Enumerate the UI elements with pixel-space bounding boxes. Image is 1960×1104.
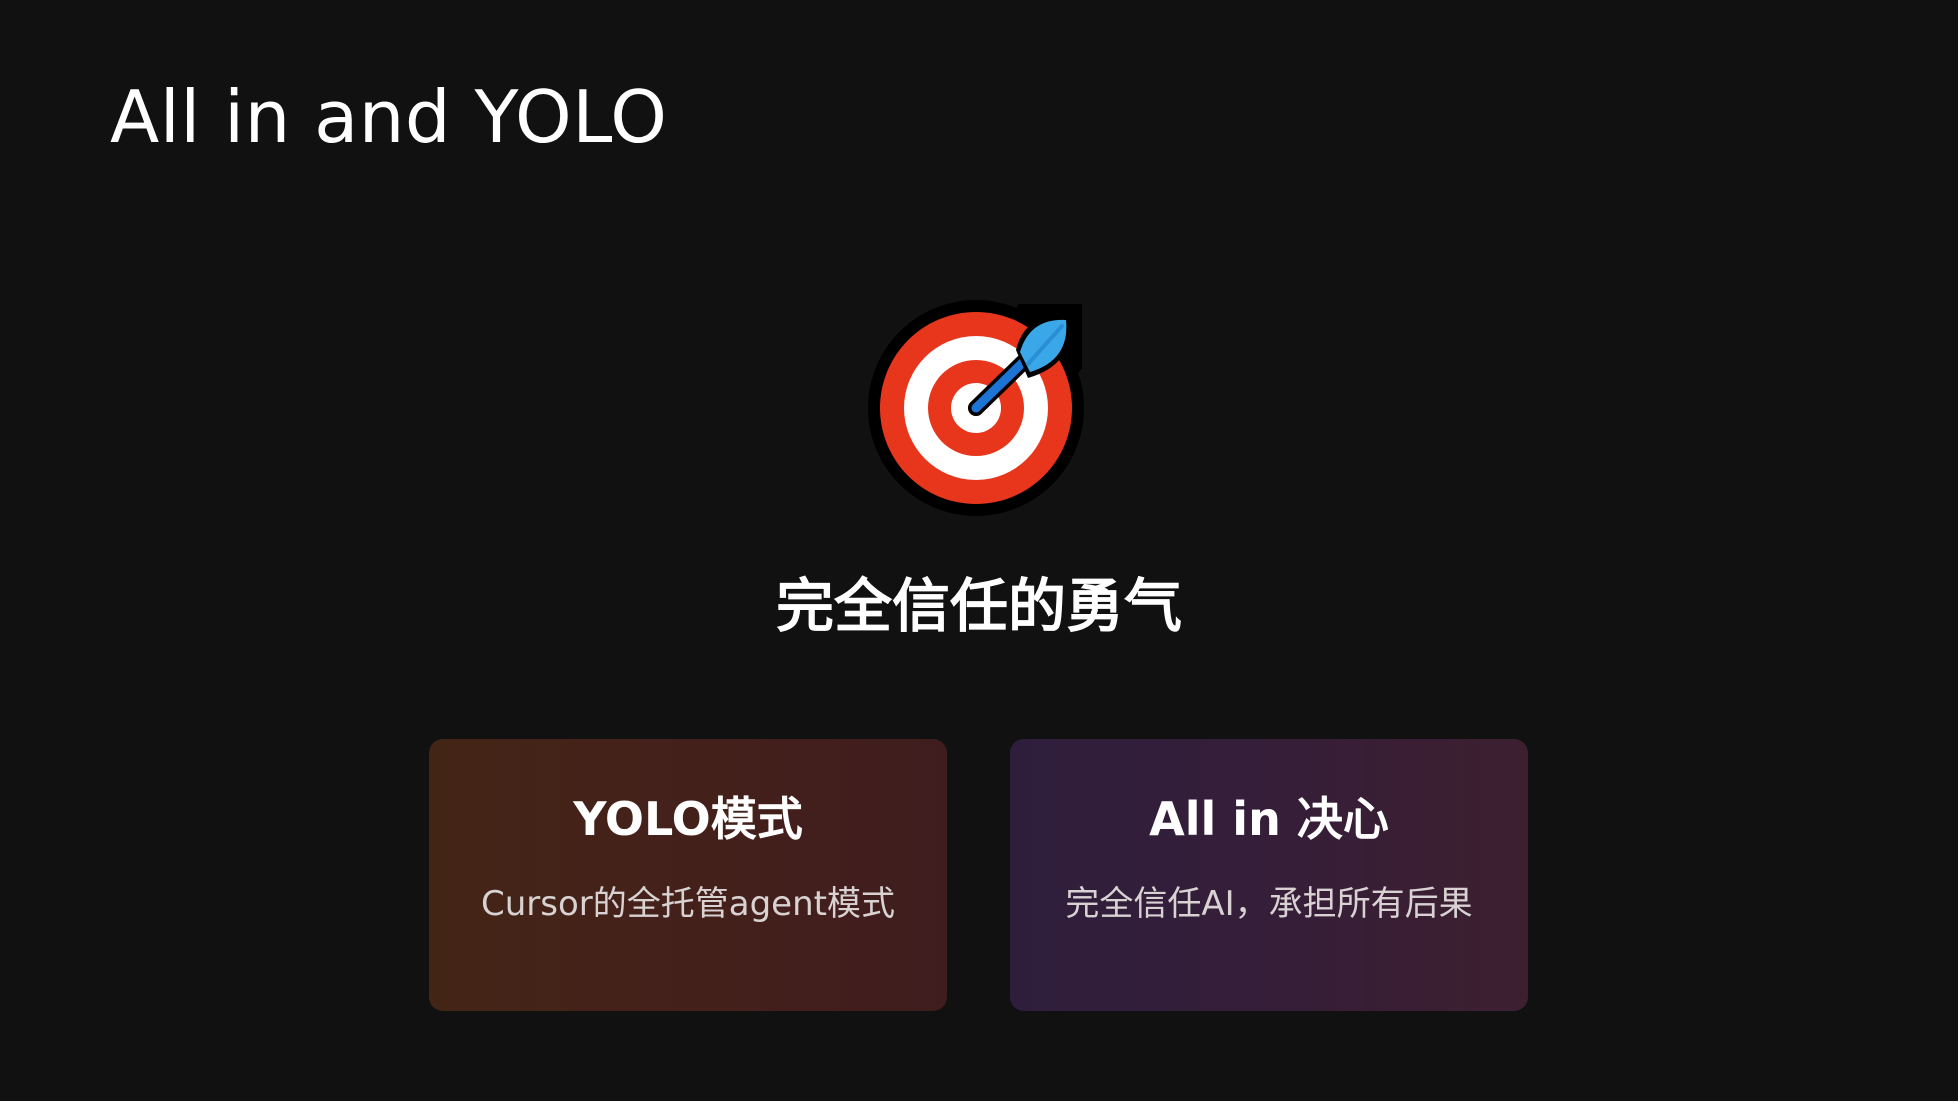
- card-title: All in 决心: [1149, 792, 1389, 846]
- slide-title: All in and YOLO: [110, 75, 668, 159]
- card-all-in-resolve: All in 决心 完全信任AI，承担所有后果: [1010, 739, 1528, 1011]
- slide: All in and YOLO 完全信任的勇气 YOLO模式 Cursor的全托…: [0, 0, 1958, 1101]
- card-description: Cursor的全托管agent模式: [481, 884, 895, 924]
- direct-hit-target-icon: [868, 296, 1090, 518]
- headline: 完全信任的勇气: [775, 572, 1182, 640]
- card-title: YOLO模式: [573, 792, 803, 846]
- card-yolo-mode: YOLO模式 Cursor的全托管agent模式: [429, 739, 947, 1011]
- card-description: 完全信任AI，承担所有后果: [1065, 884, 1473, 924]
